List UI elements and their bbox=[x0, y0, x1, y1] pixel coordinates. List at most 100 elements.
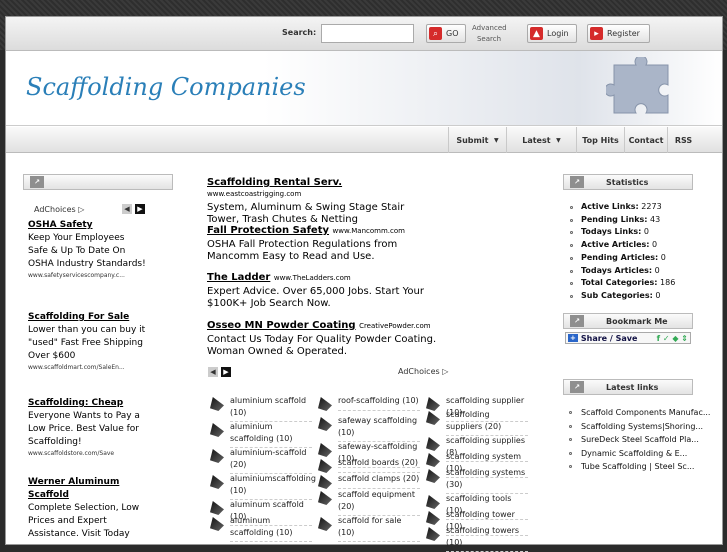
latest-link[interactable]: SureDeck Steel Scaffold Pla... bbox=[581, 433, 699, 447]
bookmark-header: ↗ Bookmark Me bbox=[563, 313, 693, 329]
user-icon: ▲ bbox=[530, 27, 543, 40]
box-arrow-icon: ↗ bbox=[570, 381, 584, 393]
tag-icon bbox=[318, 491, 332, 505]
left-ad-1[interactable]: OSHA Safety Keep Your Employees Safe & U… bbox=[28, 219, 146, 281]
tag-icon bbox=[426, 437, 440, 451]
bullet-icon bbox=[569, 451, 572, 455]
box-arrow-icon: ↗ bbox=[570, 315, 584, 327]
stat-row: Todays Articles: 0 bbox=[581, 265, 660, 275]
tag-icon bbox=[318, 517, 332, 531]
login-button[interactable]: ▲ Login bbox=[527, 24, 577, 43]
tag-icon bbox=[318, 443, 332, 457]
stat-row: Sub Categories: 0 bbox=[581, 290, 661, 300]
tag-link[interactable]: scaffolding suppliers (20) bbox=[426, 409, 528, 436]
center-ad-4[interactable]: Osseo MN Powder Coating CreativePowder.c… bbox=[207, 320, 439, 358]
center-prev-arrow-icon[interactable]: ◀ bbox=[208, 367, 218, 377]
box-arrow-icon: ↗ bbox=[570, 176, 584, 188]
tag-icon bbox=[318, 417, 332, 431]
site-title[interactable]: Scaffolding Companies bbox=[26, 73, 306, 101]
center-ad-1[interactable]: Scaffolding Rental Serv. www.eastcoastri… bbox=[207, 177, 439, 226]
center-ad-3[interactable]: The Ladder www.TheLadders.com Expert Adv… bbox=[207, 272, 439, 310]
bullet-icon bbox=[569, 411, 572, 414]
adchoices-label[interactable]: AdChoices ▷ bbox=[34, 205, 84, 214]
tag-icon bbox=[426, 453, 440, 467]
nav-latest[interactable]: Latest ▼ bbox=[506, 127, 576, 153]
tag-link[interactable]: scaffolding towers (10) bbox=[426, 525, 528, 552]
nav-contact[interactable]: Contact bbox=[624, 127, 667, 153]
nav-rss[interactable]: RSS bbox=[667, 127, 699, 153]
tag-icon bbox=[426, 527, 440, 541]
tag-link[interactable]: aluminium scaffold (10) bbox=[210, 395, 312, 422]
tag-link[interactable]: scaffolding systems (30) bbox=[426, 467, 528, 494]
tag-link[interactable]: scaffold boards (20) bbox=[318, 457, 420, 473]
tag-icon bbox=[210, 397, 224, 411]
share-save-button[interactable]: + Share / Save f ✓ ◆ ⇕ bbox=[565, 332, 691, 344]
statistics-header: ↗ Statistics bbox=[563, 174, 693, 190]
left-ad-2[interactable]: Scaffolding For Sale Lower than you can … bbox=[28, 311, 146, 373]
bullet-icon bbox=[570, 218, 573, 222]
tag-link[interactable]: scaffold for sale (10) bbox=[318, 515, 420, 542]
center-ad-2[interactable]: Fall Protection Safety www.Mancomm.com O… bbox=[207, 225, 439, 263]
tag-icon bbox=[210, 423, 224, 437]
site-header: Scaffolding Companies bbox=[6, 51, 722, 126]
prev-arrow-icon[interactable]: ◀ bbox=[122, 204, 132, 214]
stat-row: Active Articles: 0 bbox=[581, 240, 658, 250]
register-icon: ▸ bbox=[590, 27, 603, 40]
tag-link[interactable]: scaffold clamps (20) bbox=[318, 473, 420, 489]
tag-icon bbox=[210, 517, 224, 531]
tag-icon bbox=[426, 469, 440, 483]
stat-row: Todays Links: 0 bbox=[581, 227, 649, 237]
bullet-icon bbox=[569, 438, 572, 441]
bullet-icon bbox=[569, 465, 572, 468]
nav-submit[interactable]: Submit ▼ bbox=[448, 127, 506, 153]
latest-link[interactable]: Scaffolding Systems|Shoring... bbox=[581, 420, 703, 434]
nav-top-hits[interactable]: Top Hits bbox=[576, 127, 624, 153]
tag-link[interactable]: scaffold equipment (20) bbox=[318, 489, 420, 516]
tag-icon bbox=[426, 511, 440, 525]
tag-link[interactable]: aluminium scaffolding (10) bbox=[210, 421, 312, 448]
stat-row: Active Links: 2273 bbox=[581, 202, 662, 211]
tag-icon bbox=[318, 459, 332, 473]
tag-icon bbox=[210, 449, 224, 463]
tag-link[interactable]: aluminiumscaffolding (10) bbox=[210, 473, 316, 500]
bullet-icon bbox=[569, 424, 572, 428]
latest-link[interactable]: Tube Scaffolding | Steel Sc... bbox=[581, 460, 694, 474]
tag-icon bbox=[318, 397, 332, 411]
bullet-icon bbox=[570, 269, 573, 273]
register-button[interactable]: ▸ Register bbox=[587, 24, 650, 43]
search-bar: Search: ⌕ GO Advanced Search ▲ Login ▸ Regi… bbox=[6, 17, 722, 51]
center-next-arrow-icon[interactable]: ▶ bbox=[221, 367, 231, 377]
bullet-icon bbox=[570, 294, 573, 298]
left-ad-3[interactable]: Scaffolding: Cheap Everyone Wants to Pay… bbox=[28, 397, 146, 459]
tag-icon bbox=[318, 475, 332, 489]
left-box-header: ↗ bbox=[23, 174, 173, 190]
left-ad-4[interactable]: Werner Aluminum Scaffold Complete Select… bbox=[28, 476, 146, 541]
latest-links-header: ↗ Latest links bbox=[563, 379, 693, 395]
search-input[interactable] bbox=[321, 24, 414, 43]
bullet-icon bbox=[570, 206, 573, 209]
tag-icon bbox=[426, 495, 440, 509]
tag-link[interactable]: aluminium-scaffold (20) bbox=[210, 447, 312, 474]
tag-link[interactable]: roof-scaffolding (10) bbox=[318, 395, 420, 411]
go-button[interactable]: ⌕ GO bbox=[426, 24, 466, 43]
bullet-icon bbox=[570, 256, 573, 260]
advanced-search-link[interactable]: Advanced Search bbox=[472, 23, 507, 45]
tag-icon bbox=[210, 501, 224, 515]
tag-icon bbox=[210, 475, 224, 489]
stat-row: Pending Links: 43 bbox=[581, 214, 661, 224]
social-icons: f ✓ ◆ ⇕ bbox=[656, 333, 688, 343]
stat-row: Pending Articles: 0 bbox=[581, 252, 666, 262]
latest-link[interactable]: Dynamic Scaffolding & E... bbox=[581, 447, 687, 461]
search-label: Search: bbox=[282, 28, 317, 37]
next-arrow-icon[interactable]: ▶ bbox=[135, 204, 145, 214]
tag-link[interactable]: safeway scaffolding (10) bbox=[318, 415, 420, 442]
puzzle-icon bbox=[606, 57, 669, 114]
tag-link[interactable]: aluminum scaffolding (10) bbox=[210, 515, 312, 542]
stat-row: Total Categories: 186 bbox=[581, 278, 676, 288]
center-adchoices-label[interactable]: AdChoices ▷ bbox=[398, 367, 448, 376]
box-arrow-icon: ↗ bbox=[30, 176, 44, 188]
plus-icon: + bbox=[568, 334, 578, 342]
tag-icon bbox=[426, 411, 440, 425]
latest-link[interactable]: Scaffold Components Manufac... bbox=[581, 406, 710, 420]
main-nav: Submit ▼ Latest ▼ Top Hits Contact RSS bbox=[6, 127, 722, 153]
